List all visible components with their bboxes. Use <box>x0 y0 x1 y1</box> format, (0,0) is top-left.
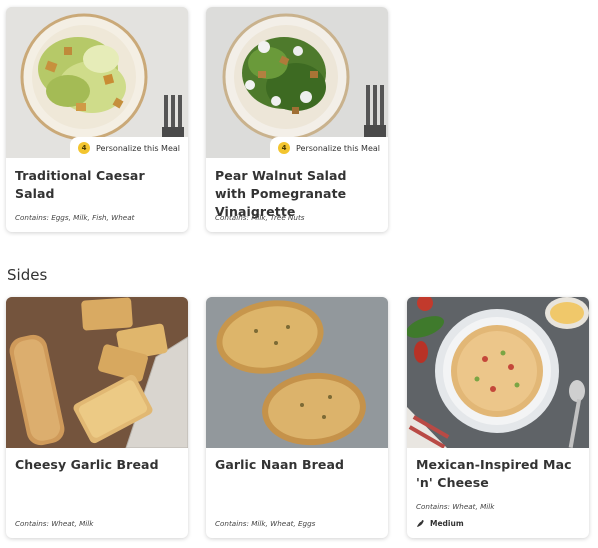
allergen-contains: Contains: Milk, Wheat, Eggs <box>215 519 316 528</box>
allergen-contains: Contains: Eggs, Milk, Fish, Wheat <box>15 213 135 222</box>
meal-photo <box>6 297 188 448</box>
allergen-contains: Contains: Milk, Tree Nuts <box>215 213 305 222</box>
personalize-label: Personalize this Meal <box>296 143 380 153</box>
personalize-meal-button[interactable]: 4 Personalize this Meal <box>270 137 388 159</box>
chili-pepper-icon <box>417 520 424 527</box>
personalize-count-badge: 4 <box>78 142 91 154</box>
meal-photo <box>206 7 388 158</box>
meal-card-garlic-naan-bread[interactable]: Garlic Naan Bread Contains: Milk, Wheat,… <box>206 297 388 538</box>
section-heading-sides: Sides <box>7 266 48 284</box>
personalize-count-badge: 4 <box>278 142 291 154</box>
meal-photo <box>407 297 589 448</box>
meal-title[interactable]: Mexican-Inspired Mac 'n' Cheese <box>416 456 582 492</box>
spice-level: Medium <box>416 519 464 528</box>
allergen-contains: Contains: Wheat, Milk <box>15 519 94 528</box>
meal-title[interactable]: Traditional Caesar Salad <box>15 167 181 203</box>
spice-level-label: Medium <box>430 519 464 528</box>
personalize-label: Personalize this Meal <box>96 143 180 153</box>
meal-title[interactable]: Cheesy Garlic Bread <box>15 456 181 474</box>
allergen-contains: Contains: Wheat, Milk <box>416 502 495 511</box>
meal-photo <box>6 7 188 158</box>
meal-card-caesar-salad[interactable]: 4 Personalize this Meal Traditional Caes… <box>6 7 188 232</box>
meal-card-cheesy-garlic-bread[interactable]: Cheesy Garlic Bread Contains: Wheat, Mil… <box>6 297 188 538</box>
meal-card-mac-n-cheese[interactable]: Mexican-Inspired Mac 'n' Cheese Contains… <box>407 297 589 538</box>
meal-photo <box>206 297 388 448</box>
meal-title[interactable]: Garlic Naan Bread <box>215 456 381 474</box>
meal-card-pear-walnut-salad[interactable]: 4 Personalize this Meal Pear Walnut Sala… <box>206 7 388 232</box>
personalize-meal-button[interactable]: 4 Personalize this Meal <box>70 137 188 159</box>
